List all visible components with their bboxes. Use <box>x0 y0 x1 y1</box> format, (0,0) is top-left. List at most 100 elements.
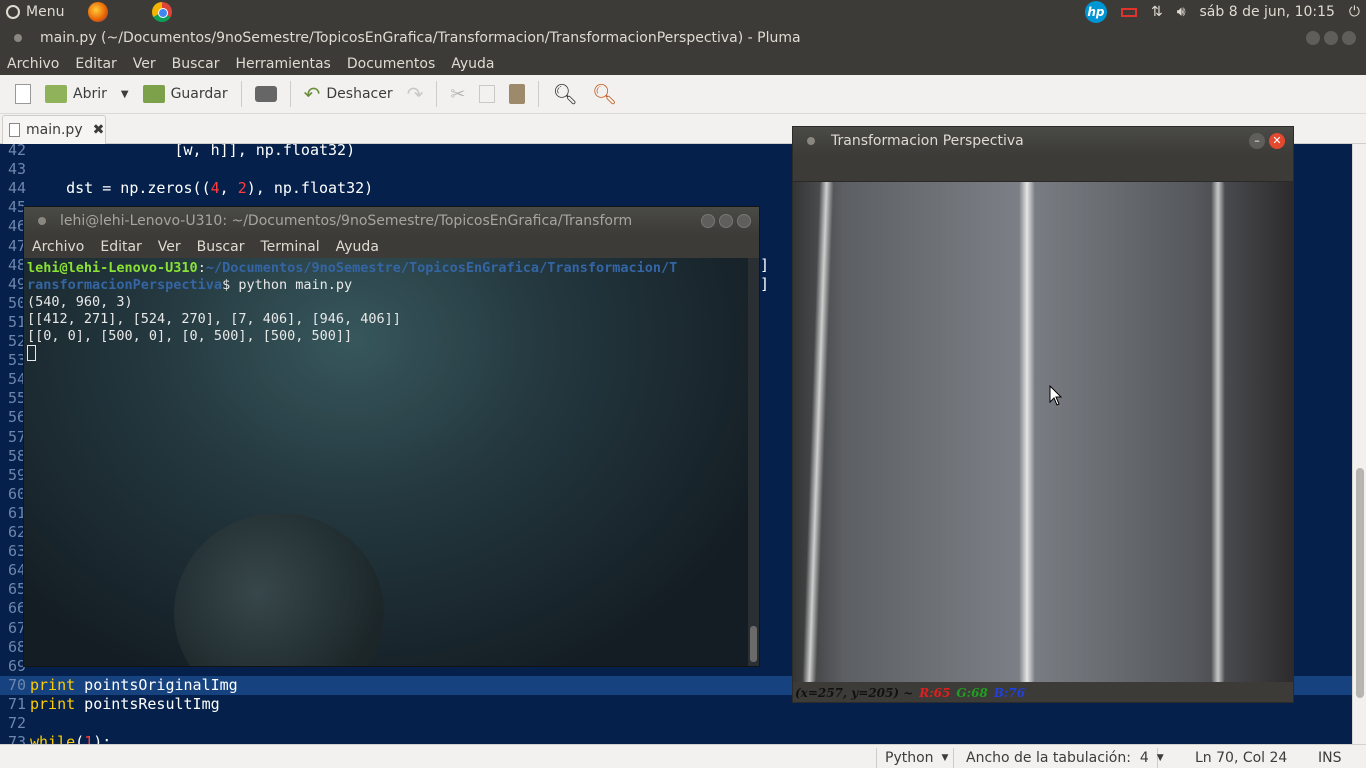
power-icon[interactable]: ⏻ <box>1349 4 1360 20</box>
open-recent-dropdown[interactable]: ▼ <box>114 79 136 109</box>
window-dot-icon <box>807 137 815 145</box>
cut-button[interactable]: ✂ <box>443 79 472 109</box>
prompt-path-continued: ransformacionPerspectiva <box>27 277 223 293</box>
save-icon <box>142 85 165 103</box>
minimize-button[interactable] <box>701 214 715 228</box>
redo-button[interactable]: ↷ <box>400 79 431 109</box>
window-title: main.py (~/Documentos/9noSemestre/Topico… <box>40 30 801 46</box>
toolbar-separator <box>538 81 540 107</box>
tab-width-selector[interactable]: Ancho de la tabulación: 4 ▼ <box>958 748 1164 768</box>
tab-main-py[interactable]: main.py ✖ <box>2 115 106 144</box>
line-number: 43 <box>7 160 26 179</box>
mouse-pointer-icon <box>1049 385 1063 406</box>
insert-mode-label: INS <box>1318 750 1342 766</box>
terminal-menu-archivo[interactable]: Archivo <box>32 239 84 255</box>
menu-ayuda[interactable]: Ayuda <box>451 56 494 72</box>
editor-titlebar[interactable]: main.py (~/Documentos/9noSemestre/Topico… <box>0 24 1366 52</box>
line-number: 71 <box>7 694 26 713</box>
terminal-scrollbar[interactable] <box>748 258 759 666</box>
close-button[interactable] <box>737 214 751 228</box>
paste-button[interactable] <box>502 79 532 109</box>
close-button[interactable] <box>1342 31 1356 45</box>
print-button[interactable] <box>248 79 284 109</box>
code-token: 2 <box>237 179 247 198</box>
menu-editar[interactable]: Editar <box>75 56 116 72</box>
chevron-down-icon: ▼ <box>941 753 949 763</box>
toolbar-separator <box>240 81 242 107</box>
line-number: 70 <box>7 675 26 694</box>
output-line: (540, 960, 3) <box>27 294 133 310</box>
code-token: , <box>219 179 238 198</box>
main-menu-label: Menu <box>26 4 65 20</box>
menu-documentos[interactable]: Documentos <box>347 56 435 72</box>
code-token: ] <box>760 274 770 293</box>
line-number: 73 <box>7 733 26 744</box>
main-menu-button[interactable]: Menu <box>0 4 64 20</box>
menu-ver[interactable]: Ver <box>133 56 156 72</box>
replace-button[interactable]: 🔍︎ <box>585 79 624 109</box>
pixel-coords: (x=257, y=205) ~ <box>795 686 914 700</box>
top-panel: Menu hp ⇅ 🔊︎ sáb 8 de jun, 10:15 ⏻ <box>0 0 1366 24</box>
wallpaper-planet <box>174 513 384 666</box>
menu-buscar[interactable]: Buscar <box>172 56 220 72</box>
terminal-title: lehi@lehi-Lenovo-U310: ~/Documentos/9noS… <box>60 213 633 229</box>
transform-window[interactable]: Transformacion Perspectiva – ✕ (x=257, y… <box>792 126 1294 703</box>
scrollbar-thumb[interactable] <box>1356 468 1364 698</box>
open-button[interactable]: Abrir <box>38 79 114 109</box>
firefox-icon[interactable] <box>88 2 109 22</box>
undo-button[interactable]: ↶ Deshacer <box>297 79 400 109</box>
battery-icon[interactable] <box>1120 7 1137 17</box>
undo-icon: ↶ <box>303 82 321 106</box>
new-document-icon <box>15 84 31 104</box>
close-button[interactable]: ✕ <box>1269 133 1285 149</box>
terminal-menu-ayuda[interactable]: Ayuda <box>336 239 379 255</box>
chrome-icon[interactable] <box>152 2 173 22</box>
terminal-window[interactable]: lehi@lehi-Lenovo-U310: ~/Documentos/9noS… <box>23 206 760 667</box>
code-token: print <box>30 694 76 713</box>
pixel-g: G:68 <box>956 686 988 700</box>
hp-icon[interactable]: hp <box>1084 1 1107 23</box>
minimize-button[interactable]: – <box>1249 133 1265 149</box>
copy-button[interactable] <box>472 79 502 109</box>
minimize-button[interactable] <box>1306 31 1320 45</box>
close-tab-icon[interactable]: ✖ <box>93 122 105 138</box>
terminal-titlebar[interactable]: lehi@lehi-Lenovo-U310: ~/Documentos/9noS… <box>24 207 759 235</box>
transformed-image[interactable] <box>793 182 1293 682</box>
paste-icon <box>509 84 526 104</box>
terminal-command: $ python main.py <box>222 277 353 293</box>
save-label: Guardar <box>170 86 228 102</box>
network-icon[interactable]: ⇅ <box>1151 4 1163 20</box>
line-number: 72 <box>7 714 26 732</box>
lane-stripe <box>1019 182 1035 682</box>
code-line[interactable]: 72 <box>0 714 1352 733</box>
terminal-cursor <box>27 345 36 361</box>
open-label: Abrir <box>73 86 107 102</box>
search-button[interactable]: 🔍︎ <box>545 79 584 109</box>
code-line[interactable]: 73 while(1): <box>0 733 1352 744</box>
scrollbar-thumb[interactable] <box>750 626 757 662</box>
volume-icon[interactable]: 🔊︎ <box>1177 4 1186 20</box>
transform-titlebar[interactable]: Transformacion Perspectiva – ✕ <box>793 127 1293 155</box>
terminal-output[interactable]: lehi@lehi-Lenovo-U310:~/Documentos/9noSe… <box>24 258 750 666</box>
editor-scrollbar[interactable] <box>1352 144 1366 744</box>
save-button[interactable]: Guardar <box>136 79 235 109</box>
line-number: 42 <box>7 144 26 159</box>
cursor-position: Ln 70, Col 24 <box>1195 748 1287 768</box>
window-dot-icon <box>14 34 22 42</box>
new-button[interactable] <box>8 79 38 109</box>
maximize-button[interactable] <box>719 214 733 228</box>
clock[interactable]: sáb 8 de jun, 10:15 <box>1200 4 1335 20</box>
terminal-menu-terminal[interactable]: Terminal <box>260 239 319 255</box>
maximize-button[interactable] <box>1324 31 1338 45</box>
terminal-menu-editar[interactable]: Editar <box>100 239 141 255</box>
code-token: pointsResultImg <box>75 694 220 713</box>
language-selector[interactable]: Python ▼ <box>876 748 954 768</box>
menu-archivo[interactable]: Archivo <box>7 56 59 72</box>
terminal-menu-ver[interactable]: Ver <box>158 239 181 255</box>
terminal-menu-buscar[interactable]: Buscar <box>197 239 245 255</box>
menu-herramientas[interactable]: Herramientas <box>235 56 330 72</box>
transform-title: Transformacion Perspectiva <box>831 133 1024 149</box>
code-token: 1 <box>84 733 94 744</box>
code-token: ), np.float32) <box>246 179 374 198</box>
code-token: print <box>30 675 76 694</box>
